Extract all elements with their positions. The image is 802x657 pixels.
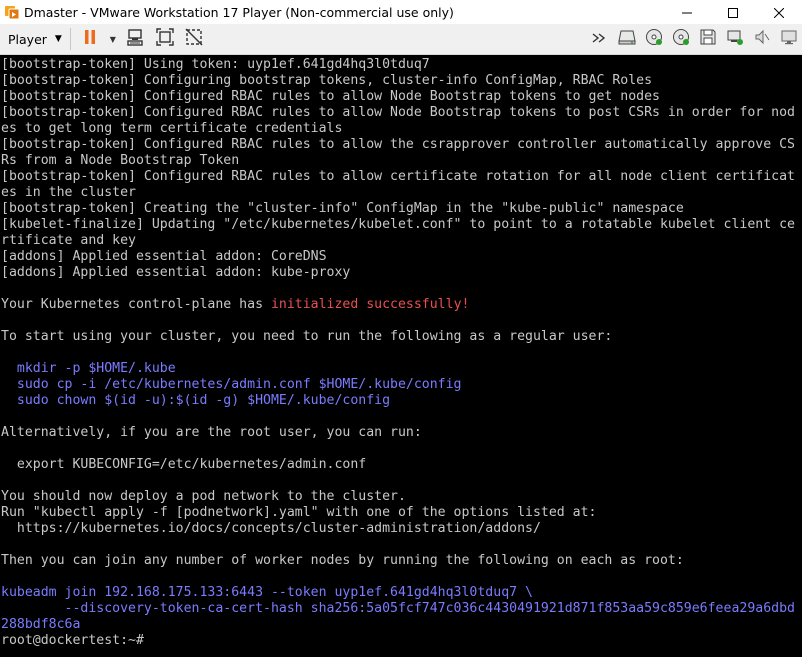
command-line: sudo cp -i /etc/kubernetes/admin.conf $H…: [1, 377, 462, 392]
terminal-line: [addons] Applied essential addon: kube-p…: [1, 265, 351, 280]
show-hidden-devices-button[interactable]: [586, 26, 613, 52]
close-button[interactable]: [756, 0, 802, 24]
send-ctrl-alt-del-button[interactable]: [123, 26, 149, 52]
terminal-line: You should now deploy a pod network to t…: [1, 489, 406, 504]
success-line: Your Kubernetes control-plane has initia…: [1, 297, 802, 313]
sound-button[interactable]: [748, 26, 775, 52]
player-menu-label: Player: [8, 31, 47, 47]
hard-disk-button[interactable]: [613, 26, 640, 52]
caret-down-icon: ▼: [54, 34, 62, 44]
double-chevron-icon: [591, 30, 609, 49]
unity-icon: [184, 27, 204, 51]
player-toolbar: Player ▼ ▼: [0, 24, 802, 55]
shell-prompt[interactable]: root@dockertest:~#: [1, 633, 802, 649]
player-menu[interactable]: Player ▼: [2, 26, 68, 52]
close-icon: [773, 3, 785, 22]
terminal-line: rtificate and key: [1, 233, 136, 248]
terminal-line: [addons] Applied essential addon: CoreDN…: [1, 249, 327, 264]
pause-dropdown-button[interactable]: ▼: [106, 26, 120, 52]
vmware-player-icon: [4, 4, 20, 20]
start-using-line: To start using your cluster, you need to…: [1, 329, 613, 344]
join-command-line: --discovery-token-ca-cert-hash sha256:5a…: [1, 601, 795, 616]
network-adapter-button[interactable]: [721, 26, 748, 52]
cd-dvd-button-1[interactable]: [640, 26, 667, 52]
terminal-line: [bootstrap-token] Configured RBAC rules …: [1, 137, 795, 152]
send-ctrl-alt-del-icon: [126, 27, 146, 51]
minimize-icon: [682, 3, 692, 22]
terminal-line: Rs from a Node Bootstrap Token: [1, 153, 240, 168]
terminal-line: [bootstrap-token] Configured RBAC rules …: [1, 169, 795, 184]
command-line: mkdir -p $HOME/.kube: [1, 361, 176, 376]
floppy-button[interactable]: [694, 26, 721, 52]
terminal-line: [bootstrap-token] Using token: uyp1ef.64…: [1, 57, 430, 72]
success-prefix: Your Kubernetes control-plane has: [1, 297, 271, 312]
join-command-line: kubeadm join 192.168.175.133:6443 --toke…: [1, 585, 533, 600]
cd-dvd-button-2[interactable]: [667, 26, 694, 52]
terminal-line: es in the cluster: [1, 185, 136, 200]
network-adapter-icon: [725, 27, 745, 51]
display-icon: [779, 27, 799, 51]
terminal-line: es to get long term certificate credenti…: [1, 121, 343, 136]
join-intro-line: Then you can join any number of worker n…: [1, 553, 684, 568]
terminal-line: [kubelet-finalize] Updating "/etc/kubern…: [1, 217, 795, 232]
export-command-line: export KUBECONFIG=/etc/kubernetes/admin.…: [1, 457, 367, 472]
unity-button[interactable]: [181, 26, 207, 52]
terminal-output: [bootstrap-token] Using token: uyp1ef.64…: [0, 55, 802, 649]
maximize-button[interactable]: [710, 0, 756, 24]
success-highlight: initialized successfully!: [270, 297, 470, 312]
vm-console-terminal[interactable]: [bootstrap-token] Using token: uyp1ef.64…: [0, 55, 802, 657]
cd-dvd-icon: [644, 27, 664, 51]
terminal-line: [bootstrap-token] Configuring bootstrap …: [1, 73, 653, 88]
command-line: sudo chown $(id -u):$(id -g) $HOME/.kube…: [1, 393, 391, 408]
cd-dvd-icon: [671, 27, 691, 51]
floppy-icon: [698, 27, 718, 51]
pause-button[interactable]: [77, 26, 103, 52]
terminal-line: Run "kubectl apply -f [podnetwork].yaml"…: [1, 505, 597, 520]
join-command-line: 288bdf8c6a: [1, 617, 81, 632]
maximize-icon: [728, 3, 738, 22]
root-intro-line: Alternatively, if you are the root user,…: [1, 425, 422, 440]
display-button[interactable]: [775, 26, 802, 52]
pause-icon: [81, 28, 99, 50]
terminal-line: [bootstrap-token] Configured RBAC rules …: [1, 105, 795, 120]
title-bar: Dmaster - VMware Workstation 17 Player (…: [0, 0, 802, 24]
caret-down-icon: ▼: [109, 34, 116, 44]
vmware-player-window: Dmaster - VMware Workstation 17 Player (…: [0, 0, 802, 657]
terminal-line: [bootstrap-token] Creating the "cluster-…: [1, 201, 684, 216]
fit-guest-icon: [155, 27, 175, 51]
window-title: Dmaster - VMware Workstation 17 Player (…: [24, 4, 454, 20]
terminal-line: [bootstrap-token] Configured RBAC rules …: [1, 89, 660, 104]
minimize-button[interactable]: [664, 0, 710, 24]
terminal-line: https://kubernetes.io/docs/concepts/clus…: [1, 521, 541, 536]
toolbar-separator: [69, 28, 71, 50]
sound-muted-icon: [752, 27, 772, 51]
fit-guest-button[interactable]: [152, 26, 178, 52]
hard-disk-icon: [617, 27, 637, 51]
